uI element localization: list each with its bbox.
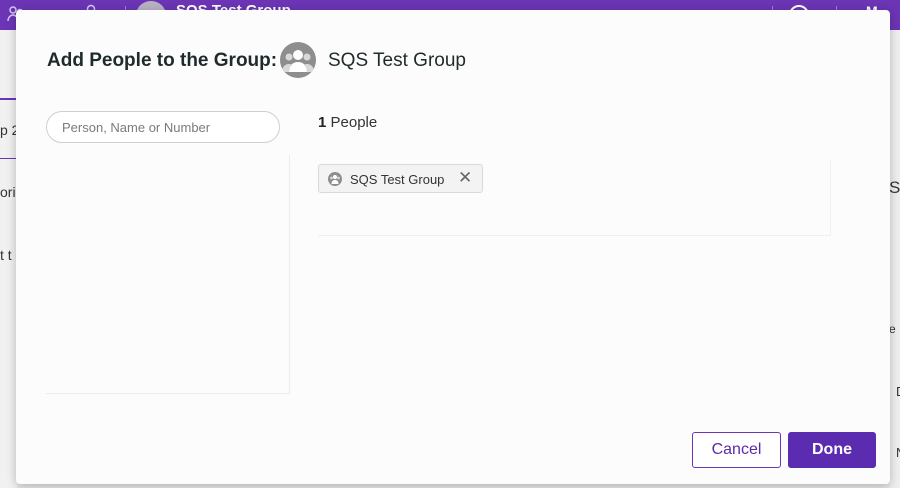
people-count-label: People <box>330 114 378 131</box>
background-right-panel <box>890 30 900 488</box>
add-people-dialog: Add People to the Group: SQS Test Group … <box>16 10 890 484</box>
background-text: D <box>896 384 900 399</box>
search-input[interactable] <box>46 111 280 143</box>
background-text: e <box>889 322 896 336</box>
chip-label: SQS Test Group <box>350 172 445 187</box>
background-text: N <box>896 445 900 460</box>
selected-chip: SQS Test Group ✕ <box>318 164 483 193</box>
cancel-button[interactable]: Cancel <box>692 432 781 468</box>
group-name: SQS Test Group <box>328 50 466 71</box>
group-avatar-icon <box>280 42 316 78</box>
group-icon <box>328 172 342 186</box>
people-count: 1 People <box>318 114 377 131</box>
close-icon[interactable]: ✕ <box>458 168 472 188</box>
search-results-panel <box>46 155 290 394</box>
background-text: t t <box>0 247 12 263</box>
tab-indicator <box>0 158 17 159</box>
dialog-title: Add People to the Group: <box>47 50 278 71</box>
background-text: ori <box>0 184 16 200</box>
people-count-number: 1 <box>318 114 327 131</box>
background-text: S <box>889 178 900 197</box>
done-button[interactable]: Done <box>788 432 876 468</box>
tab-indicator <box>0 98 17 100</box>
selected-people-area: SQS Test Group ✕ <box>318 160 831 236</box>
